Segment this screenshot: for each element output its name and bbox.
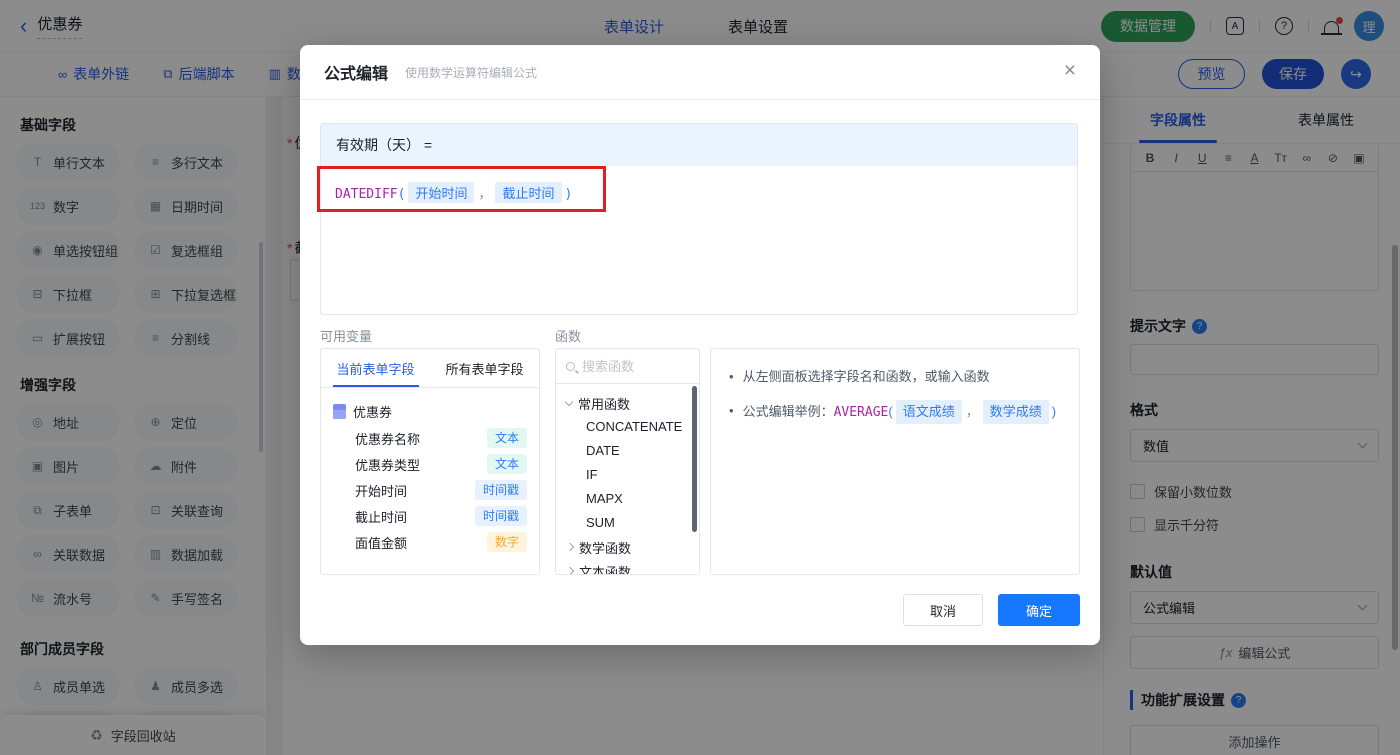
function-group-text[interactable]: 文本函数 — [565, 559, 689, 574]
function-item[interactable]: DATE — [566, 439, 689, 463]
type-badge: 时间戳 — [474, 480, 527, 500]
variables-panel: 当前表单字段 所有表单字段 优惠券 优惠券名称 文本 优惠券类型 文本 开始时间 时间… — [320, 348, 540, 575]
close-icon[interactable] — [1064, 59, 1076, 83]
tab-all-form-fields[interactable]: 所有表单字段 — [430, 349, 539, 387]
formula-edit-modal: 公式编辑 使用数学运算符编辑公式 有效期（天） = DATEDIFF(开始时间，… — [300, 45, 1100, 645]
help-line-1: 从左侧面板选择字段名和函数，或输入函数 — [742, 369, 990, 384]
variables-label: 可用变量 — [320, 329, 373, 344]
variable-row[interactable]: 开始时间 时间戳 — [333, 477, 527, 503]
confirm-button[interactable]: 确定 — [998, 594, 1080, 626]
chevron-right-icon — [565, 566, 575, 574]
variable-row[interactable]: 面值金额 数字 — [333, 529, 527, 555]
function-search-input[interactable] — [582, 358, 674, 374]
formula-help-panel: 从左侧面板选择字段名和函数，或输入函数 公式编辑举例：AVERAGE(语文成绩，… — [710, 348, 1080, 575]
cancel-button[interactable]: 取消 — [903, 594, 983, 626]
tab-current-form-fields[interactable]: 当前表单字段 — [321, 349, 430, 387]
chevron-right-icon — [565, 542, 575, 552]
function-item[interactable]: MAPX — [566, 487, 689, 511]
open-paren: ( — [397, 187, 406, 202]
function-group-math[interactable]: 数学函数 — [565, 535, 689, 559]
function-item[interactable]: SUM — [566, 511, 689, 535]
formula-input-area[interactable]: DATEDIFF(开始时间，截止时间) — [321, 166, 1077, 219]
function-list-scrollbar[interactable] — [692, 386, 697, 532]
app-root: 优惠券 表单设计 表单设置 数据管理 理 ∞表单外链 ⧉后端脚本 ▥数据权 预览… — [0, 0, 1400, 755]
function-item[interactable]: CONCATENATE — [566, 415, 689, 439]
modal-title: 公式编辑 — [324, 66, 389, 83]
type-badge: 文本 — [486, 428, 527, 448]
form-doc-icon — [333, 404, 346, 419]
variable-row[interactable]: 截止时间 时间戳 — [333, 503, 527, 529]
function-group-common[interactable]: 常用函数 — [564, 391, 689, 415]
function-search — [556, 349, 699, 384]
help-line-2: 公式编辑举例：AVERAGE(语文成绩，数学成绩) — [743, 400, 1056, 424]
functions-label: 函数 — [555, 329, 582, 344]
chevron-down-icon — [564, 397, 574, 406]
functions-panel: 常用函数 CONCATENATE DATE IF MAPX SUM 数学函数 文… — [555, 348, 700, 575]
example-arg-chip: 数学成绩 — [982, 400, 1049, 424]
type-badge: 文本 — [486, 454, 527, 474]
function-item[interactable]: IF — [566, 463, 689, 487]
formula-editor: 有效期（天） = DATEDIFF(开始时间，截止时间) — [320, 123, 1078, 315]
example-arg-chip: 语文成绩 — [895, 400, 962, 424]
type-badge: 数字 — [486, 532, 527, 552]
example-function-name: AVERAGE — [833, 405, 889, 420]
type-badge: 时间戳 — [474, 506, 527, 526]
variable-tree-root[interactable]: 优惠券 — [333, 398, 527, 425]
variable-row[interactable]: 优惠券名称 文本 — [333, 425, 527, 451]
formula-function-name: DATEDIFF — [335, 187, 398, 202]
formula-arg-chip-start-time[interactable]: 开始时间 — [408, 182, 475, 203]
comma: ， — [478, 187, 492, 202]
variable-row[interactable]: 优惠券类型 文本 — [333, 451, 527, 477]
formula-target-label: 有效期（天） = — [321, 124, 1077, 166]
close-paren: ) — [564, 187, 573, 202]
formula-arg-chip-end-time[interactable]: 截止时间 — [495, 182, 562, 203]
modal-subtitle: 使用数学运算符编辑公式 — [405, 65, 538, 80]
search-icon — [566, 361, 575, 371]
